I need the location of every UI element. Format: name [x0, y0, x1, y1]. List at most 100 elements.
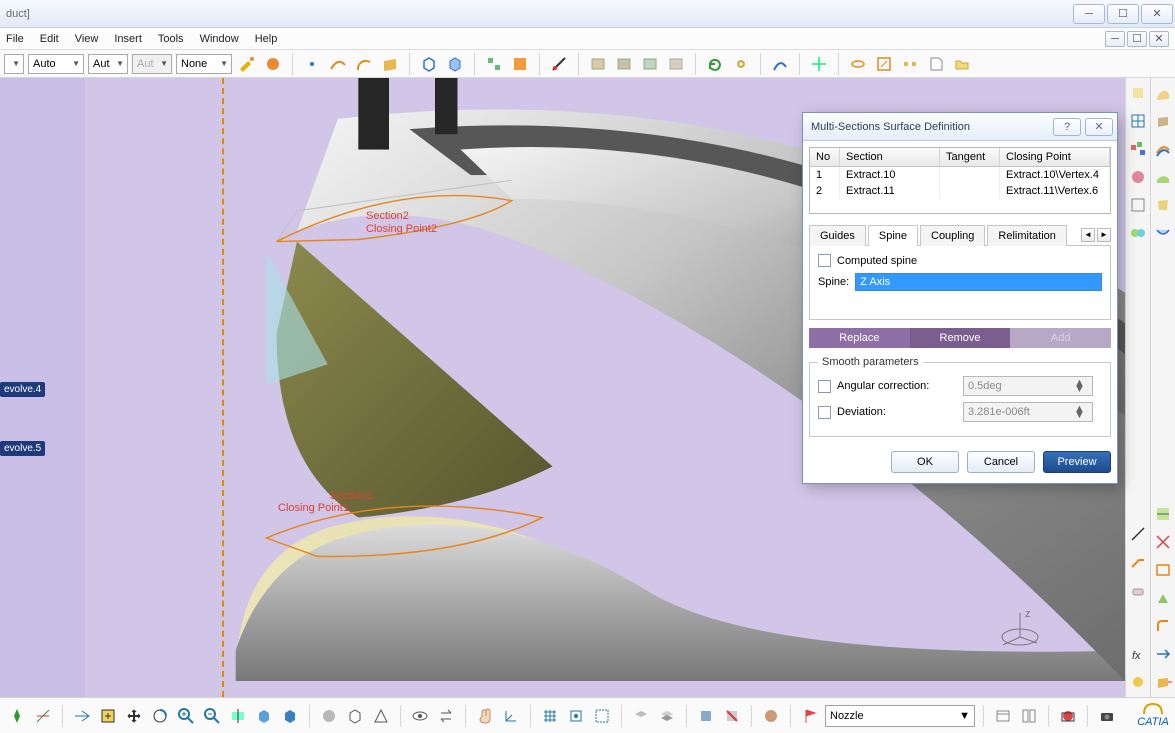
col-no[interactable]: No [810, 148, 840, 166]
snap-icon[interactable] [565, 705, 587, 727]
camera-icon[interactable] [1096, 705, 1118, 727]
deviation-checkbox[interactable] [818, 406, 831, 419]
hlr-icon[interactable] [344, 705, 366, 727]
tab-guides[interactable]: Guides [809, 225, 866, 246]
translate-icon[interactable] [1152, 643, 1174, 665]
axis-tool-icon[interactable] [808, 53, 830, 75]
dialog-close-button[interactable]: ✕ [1085, 118, 1113, 136]
menu-tools[interactable]: Tools [158, 33, 184, 45]
layer-combo[interactable]: Nozzle ▼ [825, 705, 975, 727]
replace-icon[interactable] [704, 53, 726, 75]
sphere-tool-icon[interactable] [1127, 166, 1149, 188]
table-row[interactable]: 1 Extract.10 Extract.10\Vertex.4 [810, 167, 1110, 183]
tree-item[interactable]: evolve.5 [0, 441, 45, 456]
window-close-button[interactable]: ✕ [1141, 4, 1173, 24]
join-icon[interactable] [1127, 222, 1149, 244]
tab-coupling[interactable]: Coupling [920, 225, 985, 246]
shading-icon[interactable] [318, 705, 340, 727]
window-minimize-button[interactable]: ─ [1073, 4, 1105, 24]
axis-system-icon[interactable] [500, 705, 522, 727]
mdi-close-button[interactable]: ✕ [1149, 31, 1169, 47]
arc-icon[interactable] [353, 53, 375, 75]
menu-help[interactable]: Help [255, 33, 278, 45]
mdi-restore-button[interactable]: ☐ [1127, 31, 1147, 47]
point-icon[interactable] [301, 53, 323, 75]
cog-tool-icon[interactable] [1127, 671, 1149, 693]
menu-file[interactable]: File [6, 33, 24, 45]
menu-window[interactable]: Window [200, 33, 239, 45]
menu-view[interactable]: View [75, 33, 99, 45]
pan-icon[interactable] [123, 705, 145, 727]
hand-icon[interactable] [474, 705, 496, 727]
window-list-icon[interactable] [992, 705, 1014, 727]
analysis-icon[interactable] [769, 53, 791, 75]
swap-icon[interactable] [435, 705, 457, 727]
auto-combo-3[interactable]: Aut [132, 54, 172, 74]
sweep-icon[interactable] [1152, 82, 1174, 104]
extrapolate-icon[interactable] [1127, 551, 1149, 573]
window-maximize-button[interactable]: ☐ [1107, 4, 1139, 24]
remove-button[interactable]: Remove [910, 328, 1011, 348]
rotate-view-icon[interactable] [149, 705, 171, 727]
angular-checkbox[interactable] [818, 380, 831, 393]
compass-reset-icon[interactable] [6, 705, 28, 727]
table-row[interactable]: 2 Extract.11 Extract.11\Vertex.6 [810, 183, 1110, 199]
body-icon[interactable] [695, 705, 717, 727]
fill-icon[interactable] [1152, 166, 1174, 188]
tab-relimitation[interactable]: Relimitation [987, 225, 1066, 246]
grid-icon[interactable] [509, 53, 531, 75]
surface-icon[interactable] [379, 53, 401, 75]
split-icon[interactable] [1152, 503, 1174, 525]
iso-view-2-icon[interactable] [279, 705, 301, 727]
spec-tree-panel[interactable]: evolve.4 evolve.5 [0, 78, 85, 697]
zoom-out-icon[interactable] [201, 705, 223, 727]
perspective-icon[interactable] [370, 705, 392, 727]
catalog-icon-4[interactable] [665, 53, 687, 75]
auto-combo-2[interactable]: Aut [88, 54, 128, 74]
wireframe-icon[interactable] [1127, 194, 1149, 216]
grid-settings-icon[interactable] [591, 705, 613, 727]
sheet-icon[interactable] [925, 53, 947, 75]
extract-icon[interactable] [1152, 587, 1174, 609]
fly-icon[interactable] [71, 705, 93, 727]
cube-icon-2[interactable] [444, 53, 466, 75]
extrude-icon[interactable] [1127, 82, 1149, 104]
curve-icon[interactable] [327, 53, 349, 75]
preview-button[interactable]: Preview [1043, 451, 1111, 473]
auto-combo-1[interactable]: Auto [28, 54, 84, 74]
col-tangent[interactable]: Tangent [940, 148, 1000, 166]
loft-icon[interactable] [1152, 194, 1174, 216]
col-section[interactable]: Section [840, 148, 940, 166]
dialog-titlebar[interactable]: Multi-Sections Surface Definition ? ✕ [803, 113, 1117, 141]
capture-icon[interactable] [1057, 705, 1079, 727]
line-tool-icon[interactable] [1127, 523, 1149, 545]
folder-icon[interactable] [951, 53, 973, 75]
ok-button[interactable]: OK [891, 451, 959, 473]
material-icon[interactable] [760, 705, 782, 727]
menu-insert[interactable]: Insert [114, 33, 142, 45]
sphere-icon[interactable] [262, 53, 284, 75]
zoom-in-icon[interactable] [175, 705, 197, 727]
iso-view-icon[interactable] [253, 705, 275, 727]
sketch-icon[interactable] [1127, 110, 1149, 132]
sections-grid[interactable]: No Section Tangent Closing Point 1 Extra… [809, 147, 1111, 214]
measure-icon[interactable] [548, 53, 570, 75]
normal-view-icon[interactable] [227, 705, 249, 727]
tree-item[interactable]: evolve.4 [0, 382, 45, 397]
catalog-icon-3[interactable] [639, 53, 661, 75]
rotate-icon[interactable] [847, 53, 869, 75]
paint-icon[interactable] [236, 53, 258, 75]
grid-toggle-icon[interactable] [539, 705, 561, 727]
dialog-help-button[interactable]: ? [1053, 118, 1081, 136]
formula-icon[interactable]: fx [1127, 643, 1149, 665]
replace-button[interactable]: Replace [809, 328, 910, 348]
color-combo[interactable] [4, 54, 24, 74]
blend-icon[interactable] [1152, 222, 1174, 244]
tab-spine[interactable]: Spine [868, 225, 918, 246]
menu-edit[interactable]: Edit [40, 33, 59, 45]
extrapolate-surf-icon[interactable] [1152, 671, 1174, 693]
gear-icon[interactable] [730, 53, 752, 75]
catalog-icon-1[interactable] [587, 53, 609, 75]
layer-icon-2[interactable] [656, 705, 678, 727]
tab-scroll-right[interactable]: ► [1097, 228, 1111, 242]
